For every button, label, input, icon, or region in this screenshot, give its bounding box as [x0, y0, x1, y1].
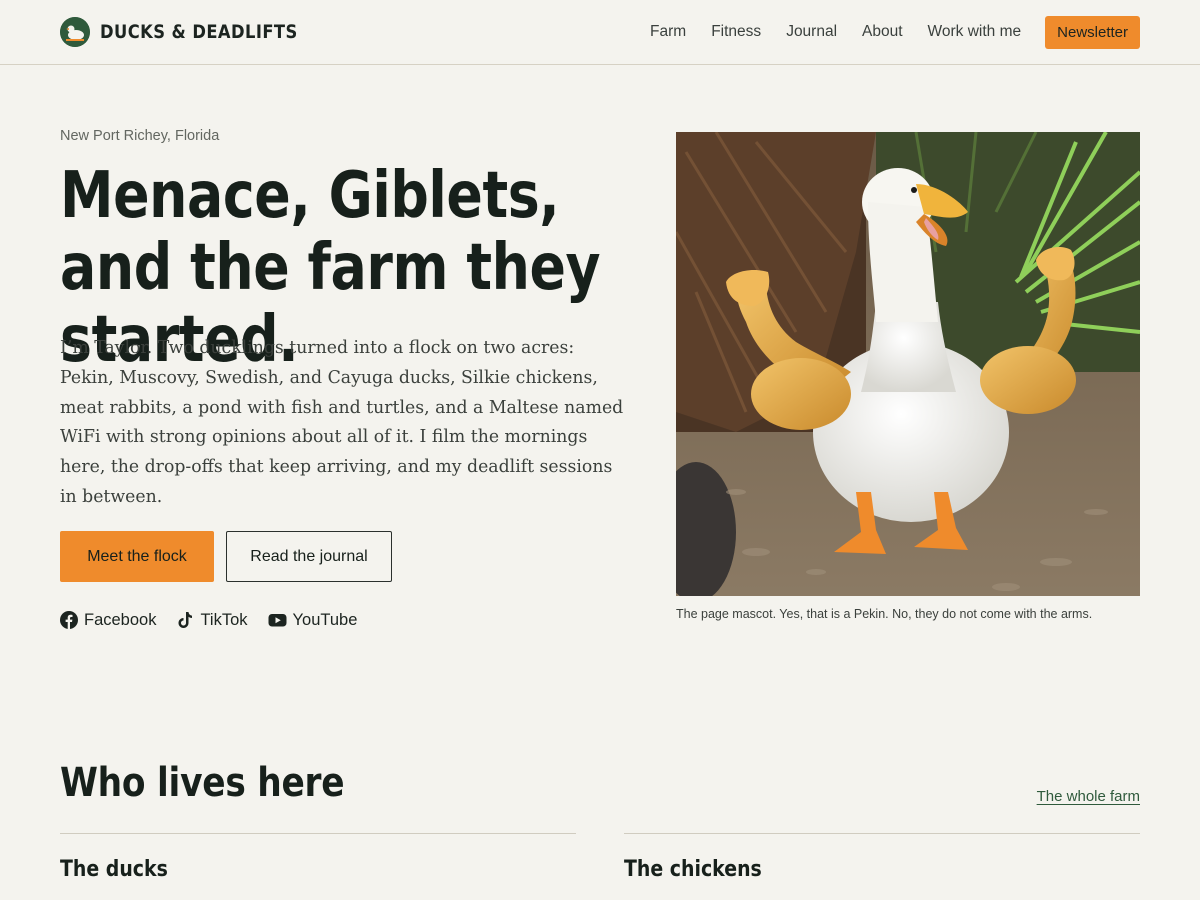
ducks-heading: The ducks: [60, 857, 168, 882]
social-links: Facebook TikTok YouTube: [60, 608, 377, 632]
site-header: DUCKS & DEADLIFTS Farm Fitness Journal A…: [0, 0, 1200, 65]
brand-home-link[interactable]: DUCKS & DEADLIFTS: [60, 16, 330, 48]
facebook-icon: [60, 611, 78, 629]
nav-fitness[interactable]: Fitness: [711, 23, 761, 41]
main-nav: Farm Fitness Journal About Work with me …: [625, 15, 1140, 49]
column-divider: [624, 833, 1140, 834]
meet-the-flock-button[interactable]: Meet the flock: [60, 531, 214, 582]
chickens-heading: The chickens: [624, 857, 762, 882]
brand-name: DUCKS & DEADLIFTS: [100, 21, 298, 43]
youtube-label: YouTube: [292, 610, 358, 629]
nav-about[interactable]: About: [862, 23, 903, 41]
youtube-icon: [268, 611, 287, 629]
tiktok-link[interactable]: TikTok: [176, 610, 248, 630]
column-divider: [60, 833, 576, 834]
mascot-photo: [676, 132, 1140, 596]
hero-intro: I’m Taylor. Two ducklings turned into a …: [60, 337, 624, 507]
photo-caption: The page mascot. Yes, that is a Pekin. N…: [676, 607, 1093, 621]
tiktok-label: TikTok: [200, 610, 248, 629]
nav-journal[interactable]: Journal: [786, 23, 837, 41]
facebook-link[interactable]: Facebook: [60, 611, 156, 630]
hero-location: New Port Richey, Florida: [60, 128, 220, 144]
section-title: Who lives here: [60, 760, 345, 806]
nav-work-with-me[interactable]: Work with me: [928, 23, 1022, 41]
whole-farm-link[interactable]: The whole farm: [1037, 788, 1140, 805]
youtube-link[interactable]: YouTube: [268, 610, 358, 630]
nav-farm[interactable]: Farm: [650, 23, 686, 41]
facebook-label: Facebook: [84, 610, 157, 629]
tiktok-icon: [176, 611, 194, 629]
read-the-journal-button[interactable]: Read the journal: [226, 531, 392, 582]
newsletter-button[interactable]: Newsletter: [1045, 15, 1140, 49]
duck-logo-icon: [60, 17, 90, 47]
